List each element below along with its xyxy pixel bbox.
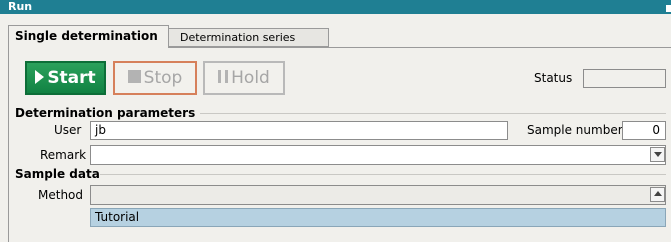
section-divider xyxy=(200,113,666,114)
hold-button-label: Hold xyxy=(231,68,270,88)
section-divider xyxy=(100,174,666,175)
play-icon xyxy=(35,69,45,84)
sample-data-heading: Sample data xyxy=(15,167,100,181)
window-corner-icon[interactable] xyxy=(666,5,671,12)
status-field xyxy=(583,69,666,88)
window-title: Run xyxy=(8,0,33,13)
stop-button[interactable]: Stop xyxy=(113,61,197,95)
start-button-label: Start xyxy=(47,68,96,88)
method-label: Method xyxy=(38,188,84,202)
status-label: Status xyxy=(534,71,573,85)
window-title-bar: Run xyxy=(0,0,671,14)
user-input[interactable]: jb xyxy=(90,121,508,140)
chevron-up-icon xyxy=(654,191,662,196)
sample-number-input[interactable]: 0 xyxy=(622,121,666,140)
chevron-down-icon xyxy=(654,152,662,157)
tab-divider xyxy=(168,47,671,48)
hold-button[interactable]: Hold xyxy=(203,61,285,95)
remark-dropdown-button[interactable] xyxy=(650,147,665,162)
remark-label: Remark xyxy=(40,148,87,162)
tab-determination-series[interactable]: Determination series xyxy=(168,28,329,47)
start-button[interactable]: Start xyxy=(25,61,106,95)
user-label: User xyxy=(54,123,82,137)
method-dropdown-button[interactable] xyxy=(650,187,665,202)
sample-number-label: Sample number xyxy=(527,123,623,137)
pause-icon xyxy=(218,70,229,83)
method-combobox[interactable] xyxy=(90,185,666,205)
panel-border xyxy=(8,47,9,242)
method-option-tutorial[interactable]: Tutorial xyxy=(90,208,666,227)
determination-parameters-heading: Determination parameters xyxy=(15,106,196,120)
remark-combobox[interactable] xyxy=(90,145,666,165)
stop-button-label: Stop xyxy=(143,68,183,88)
stop-icon xyxy=(127,70,141,83)
tab-single-determination[interactable]: Single determination xyxy=(8,25,169,48)
